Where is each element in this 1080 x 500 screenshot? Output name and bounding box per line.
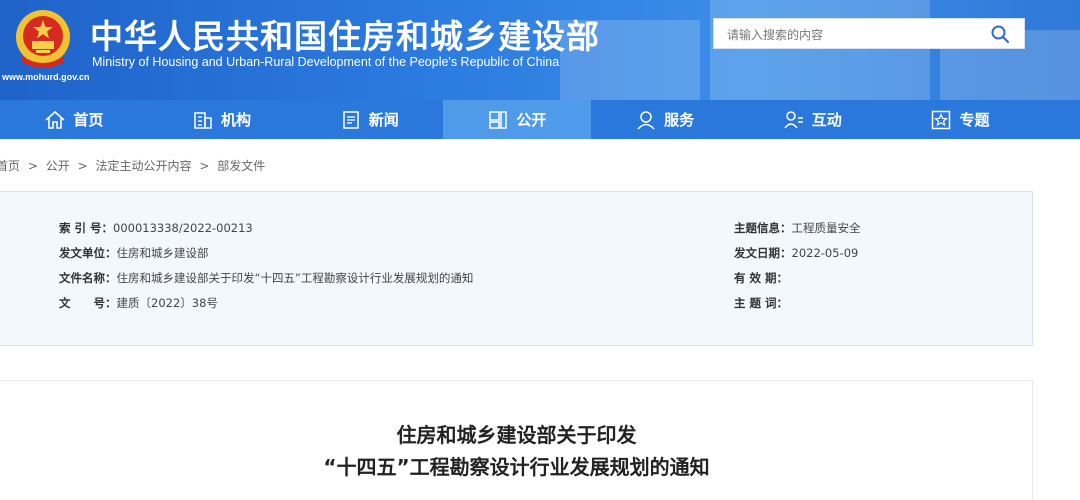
- nav-item-home[interactable]: 首页: [0, 100, 148, 139]
- breadcrumb-separator: >: [27, 159, 38, 173]
- docname-value: 住房和城乡建设部关于印发“十四五”工程勘察设计行业发展规划的通知: [116, 271, 474, 285]
- search-input[interactable]: [714, 19, 989, 50]
- site-title-en: Ministry of Housing and Urban-Rural Deve…: [92, 55, 560, 69]
- site-title-cn[interactable]: 中华人民共和国住房和城乡建设部: [90, 10, 600, 58]
- nav-item-public[interactable]: 公开: [443, 100, 591, 139]
- main-nav: 首页 机构 新闻 公开 服务 互动 专题: [0, 100, 1080, 139]
- site-url: www.mohurd.gov.cn: [2, 72, 90, 82]
- docno-value: 建质〔2022〕38号: [116, 296, 218, 310]
- index-label: 索 引 号：: [59, 221, 114, 235]
- search-box: [713, 18, 1025, 50]
- service-icon: [637, 110, 655, 130]
- nav-item-news[interactable]: 新闻: [295, 100, 443, 139]
- article-title-line1: 住房和城乡建设部关于印发: [396, 423, 637, 447]
- document-icon: [342, 110, 359, 129]
- issuer-value: 住房和城乡建设部: [116, 246, 209, 260]
- search-icon[interactable]: [990, 24, 1010, 44]
- info-issuer: 发文单位：住房和城乡建设部: [59, 245, 209, 261]
- info-topic: 主题信息：工程质量安全: [734, 220, 861, 236]
- nav-label: 新闻: [368, 111, 399, 129]
- nav-label: 机构: [221, 111, 252, 129]
- nav-label: 公开: [516, 111, 547, 129]
- nav-item-topics[interactable]: 专题: [886, 100, 1034, 139]
- nav-label: 首页: [73, 111, 104, 129]
- issuer-label: 发文单位：: [59, 246, 117, 260]
- topic-value: 工程质量安全: [791, 221, 861, 235]
- topic-label: 主题信息：: [734, 221, 792, 235]
- folder-icon: [489, 110, 508, 129]
- nav-item-organization[interactable]: 机构: [148, 100, 296, 139]
- info-index: 索 引 号：000013338/2022-00213: [59, 220, 253, 236]
- info-date: 发文日期：2022-05-09: [734, 245, 858, 261]
- national-emblem-icon: [16, 10, 70, 68]
- article-title-line2: “十四五”工程勘察设计行业发展规划的通知: [323, 455, 710, 479]
- validity-label: 有 效 期：: [734, 271, 789, 285]
- date-label: 发文日期：: [734, 246, 792, 260]
- people-icon: [784, 110, 803, 128]
- info-keywords: 主 题 词：: [734, 295, 788, 311]
- nav-item-service[interactable]: 服务: [591, 100, 739, 139]
- building-icon: [194, 111, 212, 129]
- index-value: 000013338/2022-00213: [113, 221, 253, 235]
- home-icon: [45, 110, 65, 129]
- document-info-panel: 索 引 号：000013338/2022-00213 发文单位：住房和城乡建设部…: [0, 191, 1033, 346]
- nav-label: 服务: [664, 111, 695, 129]
- info-validity: 有 效 期：: [734, 270, 788, 286]
- info-docname: 文件名称：住房和城乡建设部关于印发“十四五”工程勘察设计行业发展规划的通知: [59, 270, 473, 286]
- breadcrumb-home[interactable]: 首页: [0, 159, 20, 173]
- nav-label: 专题: [959, 111, 990, 129]
- breadcrumb-separator: >: [199, 159, 210, 173]
- site-header: www.mohurd.gov.cn 中华人民共和国住房和城乡建设部 Minist…: [0, 0, 1080, 100]
- breadcrumb: 首页 > 公开 > 法定主动公开内容 > 部发文件: [0, 157, 267, 174]
- breadcrumb-separator: >: [77, 159, 88, 173]
- article-container: 住房和城乡建设部关于印发 “十四五”工程勘察设计行业发展规划的通知: [0, 380, 1033, 500]
- nav-label: 互动: [811, 111, 842, 129]
- nav-item-interaction[interactable]: 互动: [738, 100, 886, 139]
- breadcrumb-statutory[interactable]: 法定主动公开内容: [95, 159, 191, 173]
- building-background: [560, 0, 1080, 100]
- breadcrumb-documents[interactable]: 部发文件: [217, 159, 265, 173]
- breadcrumb-public[interactable]: 公开: [46, 159, 70, 173]
- docname-label: 文件名称：: [59, 271, 117, 285]
- info-docno: 文 号：建质〔2022〕38号: [59, 295, 218, 311]
- star-icon: [932, 110, 951, 129]
- docno-label: 文 号：: [59, 296, 117, 310]
- date-value: 2022-05-09: [791, 246, 859, 260]
- keywords-label: 主 题 词：: [734, 296, 789, 310]
